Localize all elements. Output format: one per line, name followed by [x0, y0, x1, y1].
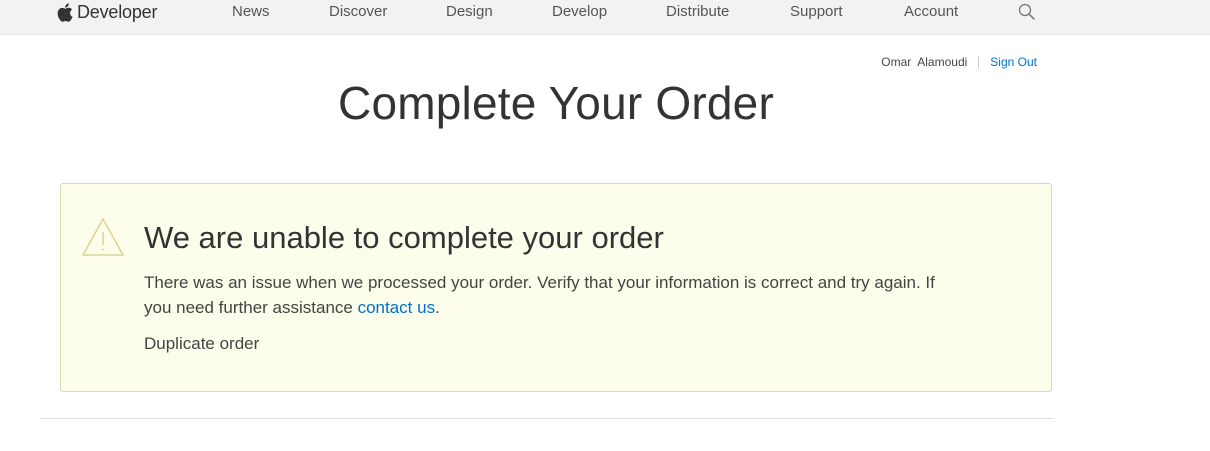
- nav-item-account[interactable]: Account: [904, 3, 958, 21]
- alert-message: There was an issue when we processed you…: [144, 270, 964, 320]
- apple-logo-icon: [57, 2, 77, 22]
- alert-reason: Duplicate order: [144, 334, 260, 353]
- nav-item-distribute[interactable]: Distribute: [666, 3, 729, 21]
- nav-item-develop[interactable]: Develop: [552, 3, 607, 21]
- alert-message-end: .: [435, 298, 440, 317]
- contact-us-link[interactable]: contact us: [358, 298, 436, 317]
- nav-item-news[interactable]: News: [232, 3, 270, 21]
- search-icon[interactable]: [1018, 3, 1036, 21]
- user-name: Omar Alamoudi: [881, 55, 968, 69]
- nav-item-discover[interactable]: Discover: [329, 3, 387, 21]
- order-error-alert: We are unable to complete your order The…: [60, 183, 1052, 392]
- warning-icon: [81, 217, 125, 257]
- developer-home-link[interactable]: Developer: [57, 0, 157, 24]
- footer-divider: [40, 418, 1054, 419]
- alert-message-text: There was an issue when we processed you…: [144, 273, 935, 317]
- brand-label: Developer: [77, 1, 158, 22]
- account-bar: Omar Alamoudi Sign Out: [881, 55, 1037, 69]
- alert-heading: We are unable to complete your order: [144, 220, 664, 255]
- page-title: Complete Your Order: [338, 77, 774, 129]
- nav-item-design[interactable]: Design: [446, 3, 493, 21]
- nav-item-support[interactable]: Support: [790, 3, 843, 21]
- account-separator: [978, 55, 980, 69]
- sign-out-link[interactable]: Sign Out: [990, 55, 1037, 69]
- global-nav: Developer News Discover Design Develop D…: [0, 0, 1210, 35]
